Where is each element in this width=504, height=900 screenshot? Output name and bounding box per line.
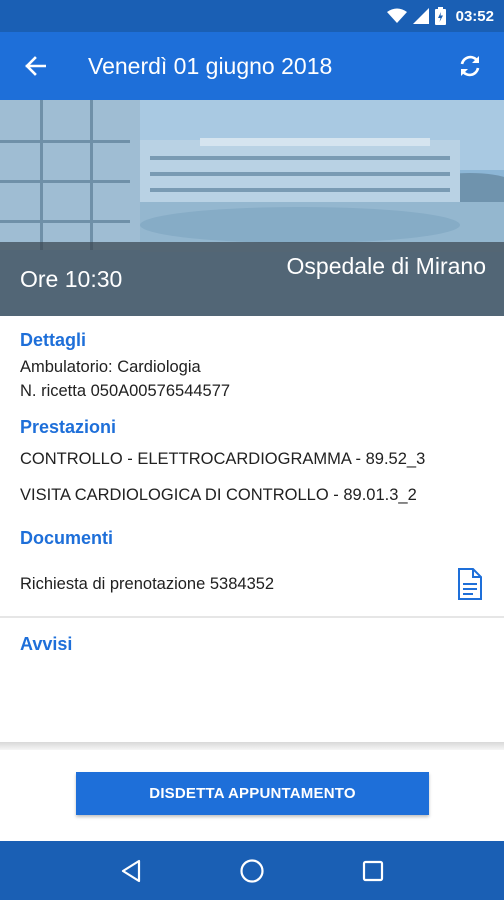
wifi-icon: [386, 8, 407, 24]
section-title-documenti: Documenti: [20, 528, 114, 548]
document-icon[interactable]: [456, 568, 484, 600]
section-title-prestazioni: Prestazioni: [20, 417, 117, 437]
battery-icon: [434, 7, 446, 25]
status-time: 03:52: [455, 7, 494, 25]
back-button[interactable]: [0, 32, 70, 100]
prestazione-item: CONTROLLO - ELETTROCARDIOGRAMMA - 89.52_…: [20, 450, 426, 468]
refresh-icon: [460, 55, 480, 77]
app-toolbar: Venerdì 01 giugno 2018: [0, 32, 504, 100]
recents-square-icon: [363, 860, 384, 881]
back-triangle-icon: [121, 859, 140, 882]
prestazione-item: VISITA CARDIOLOGICA DI CONTROLLO - 89.01…: [20, 486, 417, 504]
document-item-label[interactable]: Richiesta di prenotazione 5384352: [20, 575, 274, 594]
system-nav-bar: [0, 841, 504, 900]
section-title-avvisi: Avvisi: [20, 634, 73, 654]
status-bar: 03:52: [0, 0, 504, 32]
hospital-name: Ospedale di Mirano: [286, 253, 486, 279]
arrow-back-icon: [25, 56, 46, 76]
cancel-appointment-button[interactable]: DISDETTA APPUNTAMENTO: [76, 772, 429, 815]
footer-divider: [0, 742, 504, 750]
home-circle-icon: [240, 858, 264, 883]
ricetta-text: N. ricetta 050A00576544577: [20, 382, 231, 400]
nav-recents-button[interactable]: [343, 841, 403, 900]
refresh-button[interactable]: [436, 32, 504, 100]
section-title-dettagli: Dettagli: [20, 330, 87, 350]
ambulatorio-text: Ambulatorio: Cardiologia: [20, 358, 201, 376]
signal-icon: [412, 8, 429, 24]
page-title: Venerdì 01 giugno 2018: [88, 52, 333, 79]
appointment-time: Ore 10:30: [20, 266, 123, 292]
nav-home-button[interactable]: [222, 841, 282, 900]
nav-back-button[interactable]: [101, 841, 161, 900]
divider: [0, 616, 504, 618]
hospital-hero: Ore 10:30 Ospedale di Mirano: [0, 100, 504, 316]
